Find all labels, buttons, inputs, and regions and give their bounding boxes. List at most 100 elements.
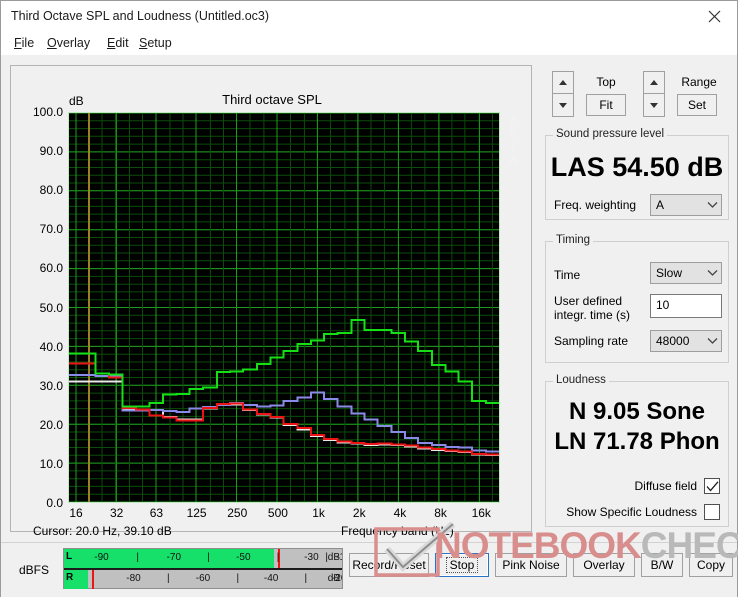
x-axis-tick: 63	[149, 506, 164, 520]
x-axis-tick: 250	[227, 506, 248, 520]
triangle-up-icon	[650, 80, 658, 85]
menu-item-file[interactable]: File	[9, 35, 39, 54]
range-spinner-up-button[interactable]	[643, 71, 665, 94]
level-meters[interactable]: L-90|-70|-50|-30|-10dB R-80|-60|-40|-20d…	[63, 548, 343, 589]
y-axis-tick: 60.0	[39, 261, 63, 276]
time-label: Time	[554, 268, 581, 282]
level-meter-channel-label: L	[66, 551, 73, 562]
top-spinner-down-button[interactable]	[552, 94, 574, 117]
x-axis-tick: 16	[69, 506, 83, 520]
menu-item-edit[interactable]: Edit	[102, 35, 134, 54]
top-spinner[interactable]	[552, 71, 574, 117]
chevron-down-icon	[703, 337, 721, 345]
diffuse-field-checkbox-row[interactable]: Diffuse field	[546, 478, 720, 494]
y-axis-tick: 100.0	[32, 105, 63, 119]
level-meter-unit-label: dB	[327, 552, 340, 563]
arta-third-octave-spl-window: Third Octave SPL and Loudness (Untitled.…	[0, 0, 738, 597]
loudness-group-title: Loudness	[553, 374, 609, 386]
level-meter-channel-label: R	[66, 572, 74, 583]
chart-title: Third octave SPL	[222, 92, 322, 107]
sampling-rate-value: 48000	[656, 334, 690, 348]
level-meter-tick: -80	[126, 573, 141, 584]
freq-weighting-value: A	[656, 198, 665, 212]
spl-plot-area[interactable]	[68, 112, 500, 503]
timing-group-title: Timing	[553, 234, 594, 246]
menu-item-setup[interactable]: Setup	[134, 35, 177, 54]
level-meter-peak-marker	[91, 570, 94, 589]
x-axis-tick: 8k	[434, 506, 447, 520]
y-axis-tick-labels: 100.0 90.0 80.0 70.0 60.0 50.0 40.0 30.0 20.0 10.…	[11, 105, 63, 510]
level-meter-tick: -60	[195, 573, 211, 584]
checkmark-icon	[706, 480, 718, 491]
stop-button-label: Stop	[445, 557, 479, 573]
record-reset-button-label: Record/Reset	[352, 558, 426, 572]
top-fit-button[interactable]: Fit	[586, 94, 626, 116]
level-meter-right[interactable]: R-80|-60|-40|-20dB	[64, 570, 342, 589]
level-meter-unit-label: dB	[327, 573, 340, 584]
overlay-button-label: Overlay	[583, 558, 625, 572]
menu-bar: File Overlay Edit Setup	[1, 32, 737, 55]
title-bar: Third Octave SPL and Loudness (Untitled.…	[1, 1, 737, 32]
range-set-button[interactable]: Set	[677, 94, 717, 116]
sampling-rate-select[interactable]: 48000	[650, 330, 722, 352]
y-axis-tick: 70.0	[39, 222, 63, 237]
menu-item-edit-label: dit	[115, 36, 129, 50]
level-meter-tick: |	[166, 573, 170, 584]
level-meter-tick: -40	[263, 573, 279, 584]
x-axis-tick: 2k	[352, 506, 366, 520]
show-specific-loudness-label: Show Specific Loudness	[566, 505, 697, 519]
stop-button[interactable]: Stop	[435, 553, 489, 577]
diffuse-field-checkbox[interactable]	[704, 478, 720, 494]
copy-button[interactable]: Copy	[689, 553, 733, 577]
y-axis-tick: 30.0	[39, 378, 63, 393]
chevron-down-icon	[703, 201, 721, 209]
menu-item-setup-label: etup	[147, 36, 172, 50]
close-icon[interactable]	[691, 1, 737, 32]
chevron-down-icon	[703, 269, 721, 277]
level-meter-tick: -70	[166, 552, 182, 563]
sampling-rate-label: Sampling rate	[554, 334, 629, 348]
sound-pressure-level-group: Sound pressure level LAS 54.50 dB Freq. …	[545, 128, 729, 220]
level-meter-tick: |	[236, 573, 240, 584]
y-axis-tick: 90.0	[39, 144, 63, 159]
sound-pressure-level-group-title: Sound pressure level	[553, 128, 668, 140]
top-spinner-up-button[interactable]	[552, 71, 574, 94]
level-meter-tick: |	[276, 552, 280, 563]
show-specific-loudness-checkbox[interactable]	[704, 504, 720, 520]
timing-group: Timing Time Slow User defined integr. ti…	[545, 234, 729, 363]
level-meter-left[interactable]: L-90|-70|-50|-30|-10dB	[64, 549, 342, 568]
copy-button-label: Copy	[696, 558, 725, 572]
menu-item-overlay-label: verlay	[56, 36, 91, 50]
bw-button-label: B/W	[650, 558, 674, 572]
pink-noise-button[interactable]: Pink Noise	[495, 553, 567, 577]
range-spinner[interactable]	[643, 71, 665, 117]
level-meter-tick: -90	[94, 552, 109, 563]
time-select[interactable]: Slow	[650, 262, 722, 284]
y-axis-tick: 40.0	[39, 339, 63, 354]
time-value: Slow	[656, 266, 683, 280]
level-meter-tick: |	[207, 552, 210, 563]
integration-time-label-line2: integr. time (s)	[554, 308, 631, 322]
level-meter-tick: -50	[236, 552, 251, 563]
level-meter-tick: -30	[304, 552, 319, 563]
freq-weighting-select[interactable]: A	[650, 194, 722, 216]
loudness-group: Loudness N 9.05 Sone LN 71.78 Phon Diffu…	[545, 374, 729, 527]
x-axis-tick: 500	[267, 506, 288, 520]
triangle-down-icon	[559, 102, 567, 108]
bw-button[interactable]: B/W	[641, 553, 683, 577]
record-reset-button[interactable]: Record/Reset	[349, 553, 429, 577]
integration-time-input[interactable]: 10	[650, 294, 722, 318]
show-specific-loudness-checkbox-row[interactable]: Show Specific Loudness	[546, 504, 720, 520]
x-axis-title: Frequency band (Hz)	[341, 524, 454, 538]
y-axis-tick: 10.0	[39, 456, 63, 471]
y-axis-tick: 50.0	[39, 300, 63, 315]
loudness-sone-value: N 9.05 Sone	[568, 398, 706, 425]
x-axis-tick: 1k	[312, 506, 325, 520]
menu-item-overlay[interactable]: Overlay	[42, 35, 95, 54]
top-label: Top	[596, 75, 616, 89]
range-spinner-down-button[interactable]	[643, 94, 665, 117]
overlay-button[interactable]: Overlay	[573, 553, 635, 577]
freq-weighting-label: Freq. weighting	[554, 198, 637, 212]
y-axis-tick: 20.0	[39, 417, 63, 432]
menu-item-file-label: ile	[21, 36, 35, 50]
